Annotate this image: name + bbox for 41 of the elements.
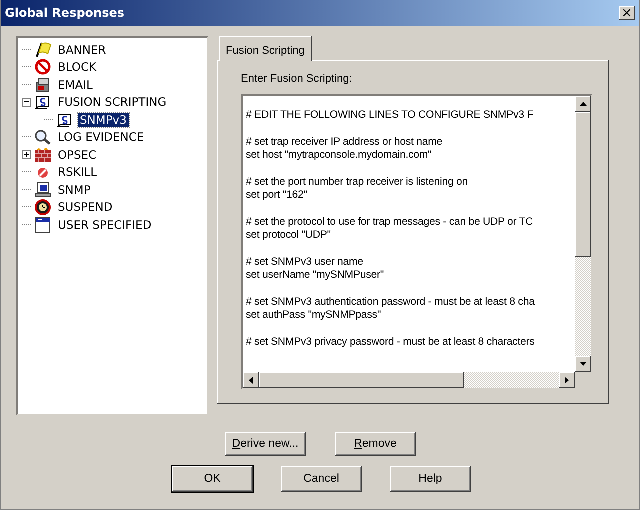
tree-item[interactable]: BANNER bbox=[56, 42, 108, 57]
tree-item[interactable]: SUSPEND bbox=[56, 200, 115, 214]
script-icon bbox=[56, 112, 74, 128]
mailbox-icon bbox=[34, 76, 52, 93]
expand-toggle[interactable] bbox=[22, 150, 31, 160]
left-arrow-icon bbox=[249, 376, 253, 384]
close-button[interactable]: × bbox=[619, 6, 635, 20]
help-button[interactable]: Help bbox=[390, 466, 471, 492]
tree-item[interactable]: LOG EVIDENCE bbox=[56, 130, 146, 144]
tab[interactable]: Fusion Scripting bbox=[219, 36, 312, 61]
brick-wall-icon bbox=[34, 146, 52, 163]
tree-item[interactable]: SNMPv3 bbox=[78, 112, 129, 127]
plus-icon bbox=[23, 151, 30, 158]
cancel-button[interactable]: Cancel bbox=[281, 466, 362, 492]
down-arrow-icon bbox=[580, 362, 586, 366]
up-arrow-icon bbox=[580, 102, 586, 106]
tree-item[interactable]: OPSEC bbox=[56, 148, 99, 162]
banner-icon bbox=[34, 42, 52, 58]
derive-new-button[interactable]: Derive new... bbox=[225, 432, 306, 456]
magnifier-icon bbox=[34, 129, 52, 146]
vertical-scrollbar[interactable] bbox=[575, 96, 591, 372]
tree-item[interactable]: USER SPECIFIED bbox=[56, 218, 154, 232]
horizontal-scrollbar[interactable] bbox=[243, 372, 575, 388]
tree-item[interactable]: FUSION SCRIPTING bbox=[56, 95, 169, 110]
tree-item[interactable]: RSKILL bbox=[56, 165, 100, 180]
field-label: Enter Fusion Scripting: bbox=[241, 73, 354, 85]
window-title: Global Responses bbox=[5, 6, 125, 20]
computer-icon bbox=[34, 182, 52, 198]
script-icon bbox=[34, 94, 52, 110]
window-icon bbox=[34, 216, 52, 233]
expand-toggle[interactable] bbox=[22, 98, 31, 107]
ok-button[interactable]: OK bbox=[172, 466, 253, 492]
tree-item[interactable]: BLOCK bbox=[56, 60, 99, 74]
scrollbar-thumb[interactable] bbox=[575, 112, 591, 257]
scrollbar-thumb[interactable] bbox=[259, 372, 464, 388]
right-arrow-icon bbox=[565, 376, 569, 384]
clock-icon bbox=[34, 199, 52, 216]
remove-button[interactable]: Remove bbox=[335, 432, 416, 456]
no-entry-icon bbox=[34, 59, 52, 76]
tree-item[interactable]: SNMP bbox=[56, 182, 93, 197]
tree-item[interactable]: EMAIL bbox=[56, 78, 95, 92]
